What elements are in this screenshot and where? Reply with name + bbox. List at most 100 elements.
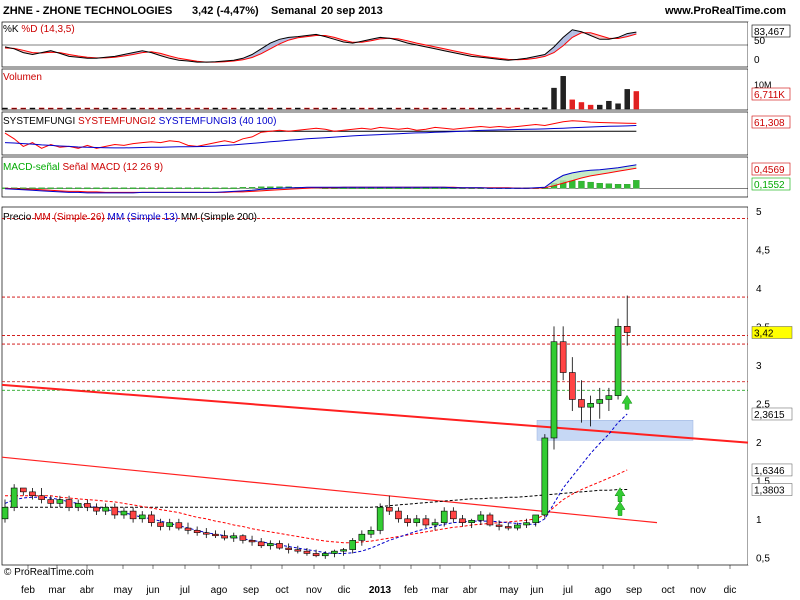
volume-bar (176, 107, 182, 110)
volume-bar (102, 107, 109, 110)
stoch-title: %K %D (14,3,5) (3, 24, 75, 35)
x-axis-label: abr (463, 585, 478, 596)
macd-hist-bar (413, 187, 420, 189)
candle-body (523, 522, 530, 526)
price-axis-tick: 3 (756, 361, 762, 372)
volume-bar (615, 103, 621, 110)
macd-hist-bar (65, 187, 73, 189)
volume-bar (578, 102, 585, 110)
candle-body (450, 510, 457, 520)
macd-hist-bar (157, 187, 164, 189)
candle-body (175, 522, 183, 529)
macd-hist-bar (605, 183, 613, 189)
macd-hist-bar (139, 187, 146, 189)
candle-body (440, 510, 448, 523)
macd-hist-bar (340, 187, 347, 189)
price-axis-tick: 5 (756, 207, 762, 218)
candle-body (138, 514, 146, 520)
candle-body (596, 399, 604, 404)
macd-hist-bar (422, 187, 430, 189)
macd-hist-bar (212, 187, 219, 189)
volume-bar (11, 107, 17, 110)
macd-hist-bar (578, 180, 585, 189)
macd-hist-bar (102, 187, 109, 189)
candle-body (605, 395, 613, 400)
candle-body (221, 535, 228, 539)
volume-title: Volumen (3, 72, 42, 83)
macd-hist-bar (349, 187, 356, 189)
macd-hist-bar (120, 187, 128, 189)
volume-bar (20, 107, 26, 110)
candle-body (166, 522, 173, 527)
macd-hist-bar (441, 187, 448, 189)
panel-frame (1, 21, 749, 68)
stoch-value: 83,467 (754, 27, 785, 38)
candle-body (431, 522, 439, 526)
price-axis-tick: 4,5 (756, 245, 770, 256)
candle-body (267, 543, 274, 547)
candle-body (129, 510, 137, 520)
volume-bar (441, 107, 447, 110)
candle-body (65, 499, 73, 508)
candle-body (367, 530, 375, 535)
candle-body (550, 341, 558, 439)
candle-body (385, 506, 393, 512)
price-label: 3,42 (754, 328, 774, 339)
macd-hist-bar (29, 187, 36, 189)
volume-bar (350, 107, 356, 110)
volume-bar (414, 107, 420, 110)
candle-body (93, 506, 100, 512)
volume-bar (505, 107, 511, 110)
volume-bar (249, 107, 255, 110)
macd-hist-bar (633, 180, 640, 189)
volume-bar (212, 107, 219, 110)
macd-hist-bar (596, 182, 603, 189)
macd-hist-bar (129, 187, 137, 189)
x-axis-label: nov (690, 585, 706, 596)
volume-bar (276, 107, 283, 110)
macd-hist-bar (239, 187, 247, 189)
x-axis-label: oct (275, 585, 289, 596)
macd-hist-bar (38, 187, 45, 189)
macd-value: 0,4569 (754, 165, 785, 176)
x-axis-label: jun (145, 585, 159, 596)
candle-body (248, 540, 256, 543)
candle-body (349, 540, 357, 550)
volume-bar (560, 76, 566, 110)
candle-body (468, 520, 475, 523)
stoch-axis-0: 0 (754, 55, 760, 66)
candle-body (340, 549, 347, 552)
volume-bar (139, 107, 145, 110)
candle-body (486, 514, 494, 526)
volume-bar (84, 107, 91, 110)
volume-bar (93, 107, 100, 110)
volume-bar (304, 107, 310, 110)
volume-bar (523, 107, 530, 110)
macd-hist-bar (184, 187, 192, 189)
x-axis-label: mar (48, 585, 66, 596)
candle-body (148, 514, 155, 523)
volume-bar (542, 107, 548, 110)
macd-hist-bar (111, 187, 118, 189)
macd-hist-bar (193, 187, 201, 189)
volume-bar (48, 107, 54, 110)
candle-body (459, 518, 466, 523)
chart-canvas: 54,543,532,521,510,53,422,36151,63461,38… (1, 21, 800, 596)
macd-hist-bar (395, 187, 402, 189)
volume-bar (75, 107, 81, 110)
volume-bar (148, 107, 155, 110)
volume-bar (368, 107, 374, 110)
macd-hist-bar (587, 181, 594, 189)
candle-body (413, 518, 421, 523)
candle-body (541, 437, 549, 516)
volume-bar (478, 107, 484, 110)
volume-bar (514, 107, 521, 110)
volume-value: 6,711K (754, 90, 785, 101)
volume-bar (38, 107, 45, 110)
volume-bar (157, 107, 164, 110)
volume-bar (203, 107, 210, 110)
macd-title: MACD-señal Señal MACD (12 26 9) (3, 162, 163, 173)
x-axis-label: ago (595, 585, 612, 596)
candle-body (559, 341, 567, 373)
candle-body (294, 549, 302, 552)
